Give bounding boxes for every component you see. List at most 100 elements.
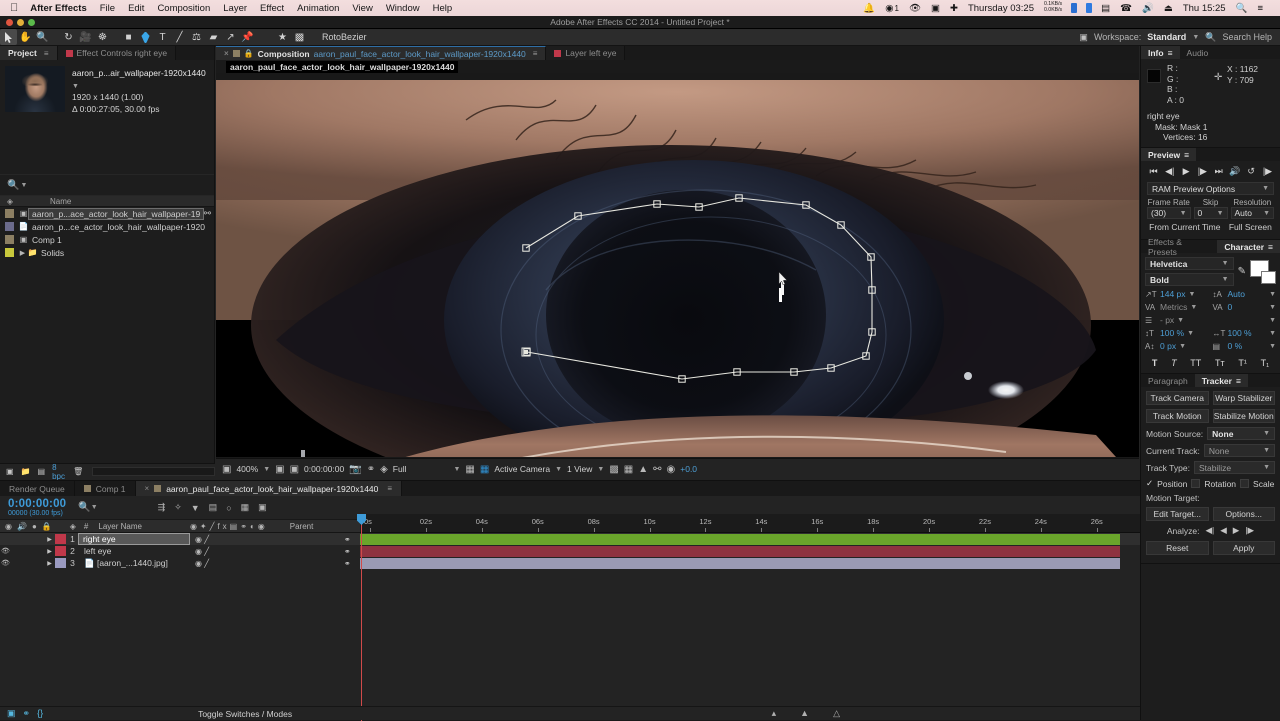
exposure-value[interactable]: +0.0 xyxy=(680,464,697,474)
kerning-field[interactable]: VA Metrics ▼ xyxy=(1145,302,1209,312)
tab-project[interactable]: Project ≡ xyxy=(0,46,58,60)
prev-frame-button[interactable]: ◀| xyxy=(1163,166,1176,177)
new-comp-icon[interactable]: ▣ xyxy=(6,467,14,476)
search-icon[interactable]: 🔍 xyxy=(7,180,19,191)
first-frame-button[interactable]: ⏮ xyxy=(1147,166,1160,177)
eyedropper-icon[interactable]: ✎ xyxy=(1238,266,1246,277)
rotation-checkbox[interactable] xyxy=(1191,479,1201,488)
tab-tracker[interactable]: Tracker ≡ xyxy=(1194,374,1248,387)
chevron-down-icon[interactable]: ▼ xyxy=(1217,210,1224,217)
ram-preview-icon[interactable]: |▶ xyxy=(1261,166,1274,177)
chevron-down-icon[interactable]: ▼ xyxy=(1269,343,1276,350)
chevron-down-icon[interactable]: ▼ xyxy=(72,83,79,90)
analyze-forward-one-icon[interactable]: |▶ xyxy=(1245,525,1254,536)
faux-italic-button[interactable]: T xyxy=(1171,358,1177,368)
dropbox-icon[interactable]: ◉ 1 xyxy=(885,3,899,14)
puppet-pin-tool-icon[interactable]: 📌 xyxy=(239,29,256,45)
close-icon[interactable]: × xyxy=(224,49,229,58)
menu-effect[interactable]: Effect xyxy=(260,3,284,14)
reset-button[interactable]: Reset xyxy=(1146,541,1209,555)
favorite-star-icon[interactable]: ★ xyxy=(274,29,291,45)
snapshot-camera-icon[interactable]: 📷 xyxy=(349,464,361,475)
magnification-icon[interactable]: ▣ xyxy=(222,464,231,475)
layer-color-chip[interactable] xyxy=(55,546,66,556)
scale-checkbox[interactable] xyxy=(1240,479,1250,488)
chevron-down-icon[interactable]: ▼ xyxy=(1269,317,1276,324)
bit-depth-label[interactable]: 8 bpc xyxy=(52,463,66,481)
panel-menu-icon[interactable]: ≡ xyxy=(1236,376,1241,386)
tab-preview[interactable]: Preview ≡ xyxy=(1141,148,1197,161)
superscript-button[interactable]: T¹ xyxy=(1238,358,1247,368)
tab-effects-presets[interactable]: Effects & Presets xyxy=(1141,237,1217,257)
chevron-down-icon[interactable]: ▼ xyxy=(263,466,270,473)
options-button[interactable]: Options... xyxy=(1212,507,1275,521)
brush-tool-icon[interactable]: ╱ xyxy=(171,29,188,45)
menu-composition[interactable]: Composition xyxy=(157,3,210,14)
notification-center-icon[interactable]: ≡ xyxy=(1257,3,1263,14)
search-icon[interactable]: 🔍 xyxy=(1205,32,1216,43)
view-layout-value[interactable]: 1 View xyxy=(567,464,592,474)
selection-tool-icon[interactable] xyxy=(0,29,17,45)
fill-stroke-color[interactable] xyxy=(1250,259,1276,284)
tab-paragraph[interactable]: Paragraph xyxy=(1141,374,1195,387)
graph-icon[interactable]: ▤ xyxy=(1101,3,1110,14)
layer-duration-bar[interactable] xyxy=(360,534,1120,545)
search-icon[interactable]: 🔍 xyxy=(78,502,90,513)
current-time-display[interactable]: 0:00:00:00 xyxy=(304,464,344,474)
roi-icon[interactable]: ▣ xyxy=(275,464,284,475)
zoom-in-timeline-icon[interactable]: △ xyxy=(833,708,840,719)
disclosure-triangle-icon[interactable]: ▶ xyxy=(44,536,55,543)
share-icon[interactable]: ⚯ xyxy=(204,208,214,219)
table-row[interactable]: ▶ 1 right eye ◉ ╱ ⚭ None ▼ xyxy=(0,533,1140,545)
vertical-scale-field[interactable]: ↕T 100 % ▼ xyxy=(1145,328,1209,338)
parent-pickwhip-icon[interactable]: ⚭ xyxy=(344,559,351,568)
hand-tool-icon[interactable]: ✋ xyxy=(17,29,34,45)
panel-menu-icon[interactable]: ≡ xyxy=(1268,242,1273,252)
disclosure-triangle-icon[interactable]: ▶ xyxy=(18,249,27,257)
faux-bold-button[interactable]: T xyxy=(1152,358,1158,368)
crosshair-icon[interactable]: ✚ xyxy=(950,3,958,14)
from-current-time-toggle[interactable]: From Current Time xyxy=(1149,222,1220,232)
edit-target-button[interactable]: Edit Target... xyxy=(1146,507,1209,521)
zoom-out-timeline-icon[interactable]: ▴ xyxy=(772,708,777,719)
tab-effect-controls[interactable]: Effect Controls right eye xyxy=(57,46,177,60)
delete-icon[interactable]: 🗑 xyxy=(73,467,83,476)
roto-brush-tool-icon[interactable]: ↗ xyxy=(222,29,239,45)
battery-icon-2[interactable] xyxy=(1086,3,1093,13)
tab-active-comp[interactable]: × aaron_paul_face_actor_look_hair_wallpa… xyxy=(135,481,403,496)
chevron-down-icon[interactable]: ▼ xyxy=(1179,343,1186,350)
layer-name[interactable]: left eye xyxy=(79,546,189,556)
position-label[interactable]: Position xyxy=(1157,479,1187,489)
tsume-field[interactable]: ▤ 0 % ▼ xyxy=(1213,341,1277,351)
apply-button[interactable]: Apply xyxy=(1212,541,1275,555)
chevron-down-icon[interactable]: ▼ xyxy=(555,466,562,473)
chevron-down-icon[interactable]: ▼ xyxy=(453,466,460,473)
motion-blur-icon[interactable]: ○ xyxy=(226,503,231,513)
pan-behind-tool-icon[interactable]: ☸ xyxy=(94,29,111,45)
panel-menu-icon[interactable]: ≡ xyxy=(1168,48,1173,58)
workspace-value[interactable]: Standard xyxy=(1147,32,1186,42)
expressions-icon[interactable]: {} xyxy=(37,708,43,719)
column-layername-header[interactable]: Layer Name xyxy=(88,522,142,531)
layer-duration-bar[interactable] xyxy=(360,558,1120,569)
track-motion-button[interactable]: Track Motion xyxy=(1146,409,1209,423)
timecode-display[interactable]: 0:00:00:00 00000 (30.00 fps) xyxy=(0,498,66,517)
rotation-label[interactable]: Rotation xyxy=(1204,479,1236,489)
tab-comp-1[interactable]: Comp 1 xyxy=(75,481,136,496)
list-item[interactable]: ▣ aaron_p...ace_actor_look_hair_wallpape… xyxy=(0,207,214,220)
list-item[interactable]: ▣ Comp 1 xyxy=(0,233,214,246)
last-frame-button[interactable]: ⏭ xyxy=(1212,166,1225,177)
stroke-order-field[interactable]: ▼ xyxy=(1213,317,1276,324)
menu-after-effects[interactable]: After Effects xyxy=(30,3,87,14)
chevron-down-icon[interactable]: ▼ xyxy=(1192,34,1199,41)
parent-pickwhip-icon[interactable]: ⚭ xyxy=(344,547,351,556)
horizontal-scale-field[interactable]: ↔T 100 % ▼ xyxy=(1213,328,1277,338)
playhead-line[interactable] xyxy=(361,514,362,721)
parent-pickwhip-icon[interactable]: ⚭ xyxy=(344,535,351,544)
tab-composition[interactable]: × 🔒 Composition aaron_paul_face_actor_lo… xyxy=(216,46,547,60)
menu-layer[interactable]: Layer xyxy=(223,3,247,14)
expand-layers-icon[interactable]: ▣ xyxy=(7,708,16,719)
font-style-select[interactable]: Bold ▼ xyxy=(1145,273,1234,286)
project-column-name[interactable]: Name xyxy=(20,197,71,206)
current-track-select[interactable]: None ▼ xyxy=(1203,444,1275,457)
